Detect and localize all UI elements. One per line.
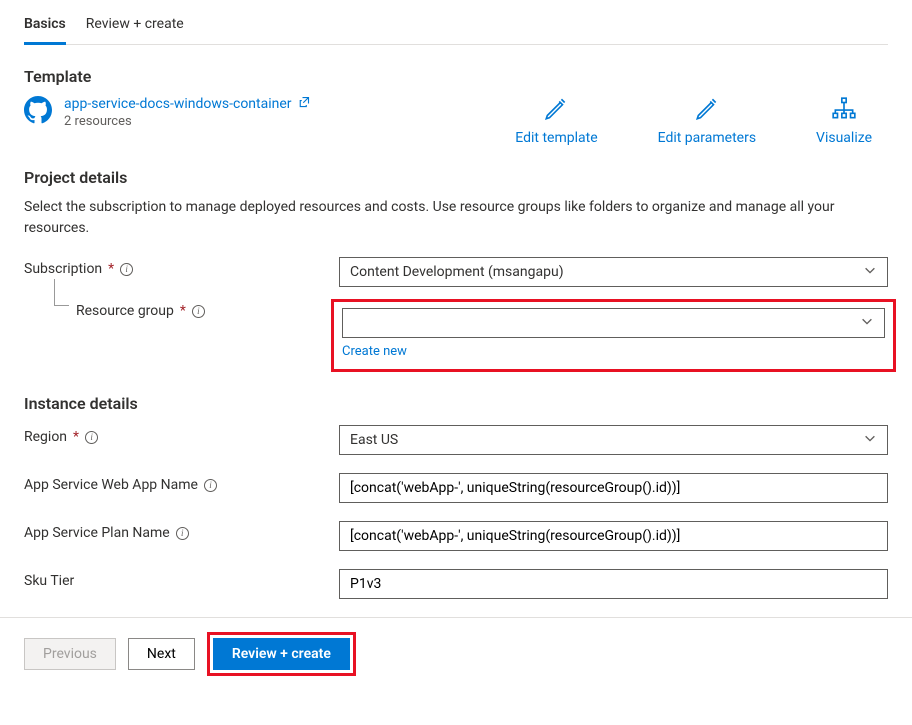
pencil-icon xyxy=(542,96,570,126)
subscription-value: Content Development (msangapu) xyxy=(350,264,564,280)
review-create-button[interactable]: Review + create xyxy=(213,638,350,670)
subscription-select[interactable]: Content Development (msangapu) xyxy=(339,257,888,287)
template-heading: Template xyxy=(24,67,888,86)
edit-template-button[interactable]: Edit template xyxy=(515,96,597,146)
template-resource-count: 2 resources xyxy=(64,114,444,129)
required-asterisk: * xyxy=(108,261,114,277)
info-icon[interactable]: i xyxy=(176,527,189,540)
info-icon[interactable]: i xyxy=(85,431,98,444)
pencil-icon xyxy=(693,96,721,126)
edit-parameters-label: Edit parameters xyxy=(658,130,756,146)
webapp-name-label: App Service Web App Name xyxy=(24,477,198,493)
required-asterisk: * xyxy=(180,303,186,319)
previous-button: Previous xyxy=(24,638,116,670)
edit-template-label: Edit template xyxy=(515,130,597,146)
tab-review-create[interactable]: Review + create xyxy=(86,10,184,45)
tabs-bar: Basics Review + create xyxy=(24,0,888,45)
review-create-highlight: Review + create xyxy=(207,632,356,676)
project-details-heading: Project details xyxy=(24,168,888,187)
info-icon[interactable]: i xyxy=(192,305,205,318)
plan-name-input[interactable] xyxy=(339,521,888,551)
visualize-label: Visualize xyxy=(816,130,872,146)
required-asterisk: * xyxy=(73,429,79,445)
region-value: East US xyxy=(350,432,398,448)
project-details-description: Select the subscription to manage deploy… xyxy=(24,197,844,239)
create-new-link[interactable]: Create new xyxy=(342,344,407,359)
sku-tier-input[interactable] xyxy=(339,569,888,599)
plan-name-label: App Service Plan Name xyxy=(24,525,170,541)
sku-tier-label: Sku Tier xyxy=(24,573,74,589)
template-link-text: app-service-docs-windows-container xyxy=(64,96,292,112)
github-icon xyxy=(24,96,52,124)
external-link-icon xyxy=(298,96,310,112)
instance-details-heading: Instance details xyxy=(24,394,888,413)
visualize-button[interactable]: Visualize xyxy=(816,96,872,146)
chevron-down-icon xyxy=(863,263,877,281)
edit-parameters-button[interactable]: Edit parameters xyxy=(658,96,756,146)
resource-group-highlight: Create new xyxy=(331,299,896,372)
chevron-down-icon xyxy=(863,431,877,449)
template-link[interactable]: app-service-docs-windows-container xyxy=(64,96,444,112)
chevron-down-icon xyxy=(860,314,874,332)
next-button[interactable]: Next xyxy=(128,638,195,670)
region-label: Region xyxy=(24,429,67,445)
region-select[interactable]: East US xyxy=(339,425,888,455)
hierarchy-icon xyxy=(830,96,858,126)
subscription-label: Subscription xyxy=(24,261,102,277)
tab-basics[interactable]: Basics xyxy=(24,10,66,45)
webapp-name-input[interactable] xyxy=(339,473,888,503)
info-icon[interactable]: i xyxy=(120,263,133,276)
resource-group-label: Resource group xyxy=(76,303,174,319)
resource-group-select[interactable] xyxy=(342,308,885,338)
info-icon[interactable]: i xyxy=(204,479,217,492)
